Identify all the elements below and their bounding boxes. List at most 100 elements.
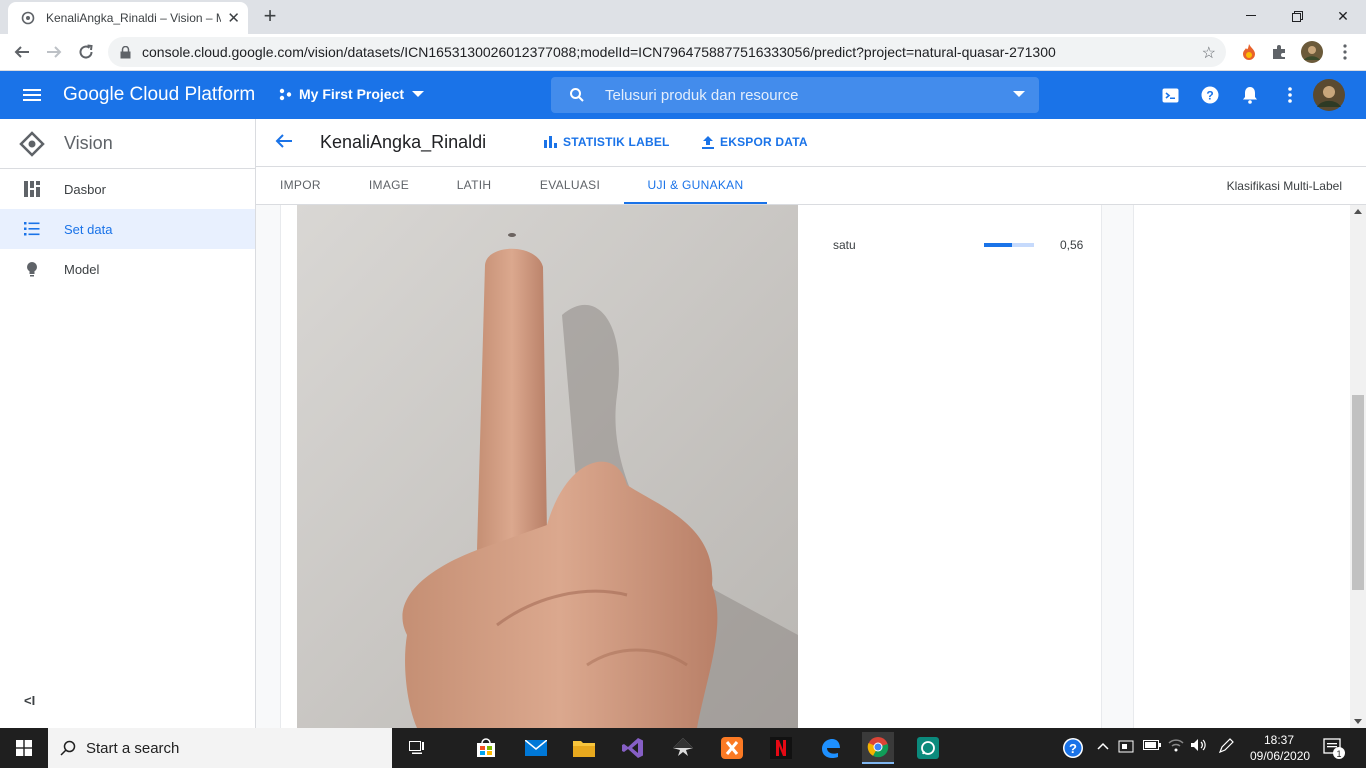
product-title: Vision (64, 133, 113, 153)
url-text: console.cloud.google.com/vision/datasets… (142, 44, 1056, 60)
taskbar-search-input[interactable]: Start a search (48, 728, 392, 768)
volume-icon[interactable] (1190, 738, 1208, 755)
reload-icon[interactable] (72, 38, 100, 66)
vision-favicon-icon (20, 10, 36, 26)
profile-avatar[interactable] (1301, 41, 1323, 63)
help-icon[interactable]: ? (1198, 83, 1222, 107)
more-vert-icon[interactable] (1278, 83, 1302, 107)
sidebar-item-set-data[interactable]: Set data (0, 209, 255, 249)
sidebar-header: Vision (0, 119, 255, 169)
dataset-title: KenaliAngka_Rinaldi (320, 132, 487, 152)
uploaded-test-image (297, 205, 798, 728)
sidebar-item-dasbor[interactable]: Dasbor (0, 169, 255, 209)
chrome-icon[interactable] (862, 732, 894, 764)
tab-impor[interactable]: IMPOR (280, 167, 321, 204)
action-center-icon[interactable]: 1 (1322, 736, 1346, 763)
battery-icon[interactable] (1143, 738, 1161, 753)
extensions-puzzle-icon[interactable] (1268, 41, 1290, 63)
collapse-sidebar-button[interactable]: <I (24, 693, 35, 708)
search-dropdown-icon[interactable] (1013, 91, 1025, 97)
edge-icon[interactable] (814, 732, 846, 764)
netflix-icon[interactable] (765, 732, 797, 764)
browser-menu-icon[interactable] (1334, 41, 1356, 63)
sidebar-item-label: Set data (64, 221, 113, 237)
close-window-icon[interactable]: ✕ (1320, 0, 1366, 32)
prediction-label: satu (833, 238, 856, 252)
ekspor-data-button[interactable]: EKSPOR DATA (702, 135, 808, 149)
close-tab-icon[interactable]: ✕ (227, 9, 240, 27)
list-icon (24, 221, 40, 237)
windows-taskbar: Start a search ? 18:37 09/06/2020 1 (0, 728, 1366, 768)
whatsapp-icon[interactable] (912, 732, 944, 764)
confidence-bar-fill (984, 243, 1012, 247)
vision-product-icon (18, 130, 46, 158)
statistik-label-text: STATISTIK LABEL (563, 135, 670, 149)
mail-icon[interactable] (520, 732, 552, 764)
forward-arrow-icon[interactable] (40, 38, 68, 66)
clock-date: 09/06/2020 (1250, 749, 1311, 763)
minimize-icon[interactable] (1228, 0, 1274, 32)
address-bar-row: console.cloud.google.com/vision/datasets… (0, 34, 1366, 71)
ekspor-data-text: EKSPOR DATA (720, 135, 808, 149)
chevron-up-icon[interactable] (1097, 738, 1109, 753)
prediction-score: 0,56 (1060, 238, 1084, 252)
project-dots-icon (279, 88, 292, 101)
taskbar-clock[interactable]: 18:37 09/06/2020 (1250, 732, 1311, 764)
dashboard-icon (24, 181, 40, 197)
tab-uji-gunakan[interactable]: UJI & GUNAKAN (624, 167, 767, 204)
windows-start-icon[interactable] (0, 728, 48, 768)
page-scrollbar[interactable] (1350, 205, 1366, 728)
tab-latih[interactable]: LATIH (454, 167, 494, 204)
fire-extension-icon[interactable] (1238, 41, 1260, 63)
back-arrow-icon[interactable] (8, 38, 36, 66)
help-tray-icon[interactable]: ? (1062, 737, 1084, 762)
statistik-label-button[interactable]: STATISTIK LABEL (544, 135, 670, 149)
xampp-icon[interactable] (716, 732, 748, 764)
new-tab-button[interactable]: + (258, 4, 282, 28)
tab-evaluasi[interactable]: EVALUASI (538, 167, 602, 204)
device-tray-icon[interactable] (1118, 738, 1134, 757)
sidebar: Vision Dasbor Set data Model <I (0, 119, 256, 728)
bookmark-star-icon[interactable]: ☆ (1202, 43, 1216, 63)
gcp-header: Google Cloud Platform My First Project T… (0, 71, 1366, 119)
project-name: My First Project (299, 86, 405, 102)
dataset-tabs: IMPOR IMAGE LATIH EVALUASI UJI & GUNAKAN… (256, 167, 1366, 205)
confidence-bar (984, 243, 1034, 247)
restore-icon[interactable] (1274, 0, 1320, 32)
pen-icon[interactable] (1218, 738, 1234, 757)
upload-icon (702, 135, 714, 149)
clock-time: 18:37 (1263, 733, 1295, 747)
account-avatar[interactable] (1313, 79, 1345, 111)
tab-title: KenaliAngka_Rinaldi – Vision – M (46, 11, 222, 25)
gcp-brand[interactable]: Google Cloud Platform (63, 84, 255, 106)
model-type-label: Klasifikasi Multi-Label (1226, 179, 1342, 193)
sidebar-item-label: Dasbor (64, 181, 106, 197)
back-arrow-icon[interactable] (274, 131, 294, 156)
omnibox[interactable]: console.cloud.google.com/vision/datasets… (108, 37, 1226, 67)
predict-content: satu 0,56 (256, 205, 1350, 728)
wifi-icon[interactable] (1168, 738, 1184, 755)
project-selector[interactable]: My First Project (279, 86, 425, 102)
file-explorer-icon[interactable] (568, 732, 600, 764)
cloud-shell-icon[interactable] (1158, 83, 1182, 107)
scroll-up-icon[interactable] (1354, 209, 1362, 214)
tab-image[interactable]: IMAGE (366, 167, 412, 204)
lock-icon (120, 45, 134, 59)
store-icon[interactable] (470, 732, 502, 764)
notification-count: 1 (1336, 749, 1341, 759)
taskbar-search-text: Start a search (86, 739, 180, 757)
search-input[interactable]: Telusuri produk dan resource (551, 77, 1039, 113)
notifications-bell-icon[interactable] (1238, 83, 1262, 107)
hamburger-menu-icon[interactable] (20, 83, 44, 107)
browser-tabstrip: KenaliAngka_Rinaldi – Vision – M ✕ + ✕ (0, 0, 1366, 34)
browser-tab[interactable]: KenaliAngka_Rinaldi – Vision – M ✕ (8, 2, 248, 34)
bar-chart-icon (544, 136, 557, 148)
svg-text:?: ? (1069, 741, 1077, 756)
scroll-thumb[interactable] (1352, 395, 1364, 590)
sidebar-item-label: Model (64, 261, 100, 277)
visual-studio-icon[interactable] (617, 732, 649, 764)
sidebar-item-model[interactable]: Model (0, 249, 255, 289)
scroll-down-icon[interactable] (1354, 719, 1362, 724)
inkscape-icon[interactable] (667, 732, 699, 764)
task-view-icon[interactable] (402, 732, 434, 764)
